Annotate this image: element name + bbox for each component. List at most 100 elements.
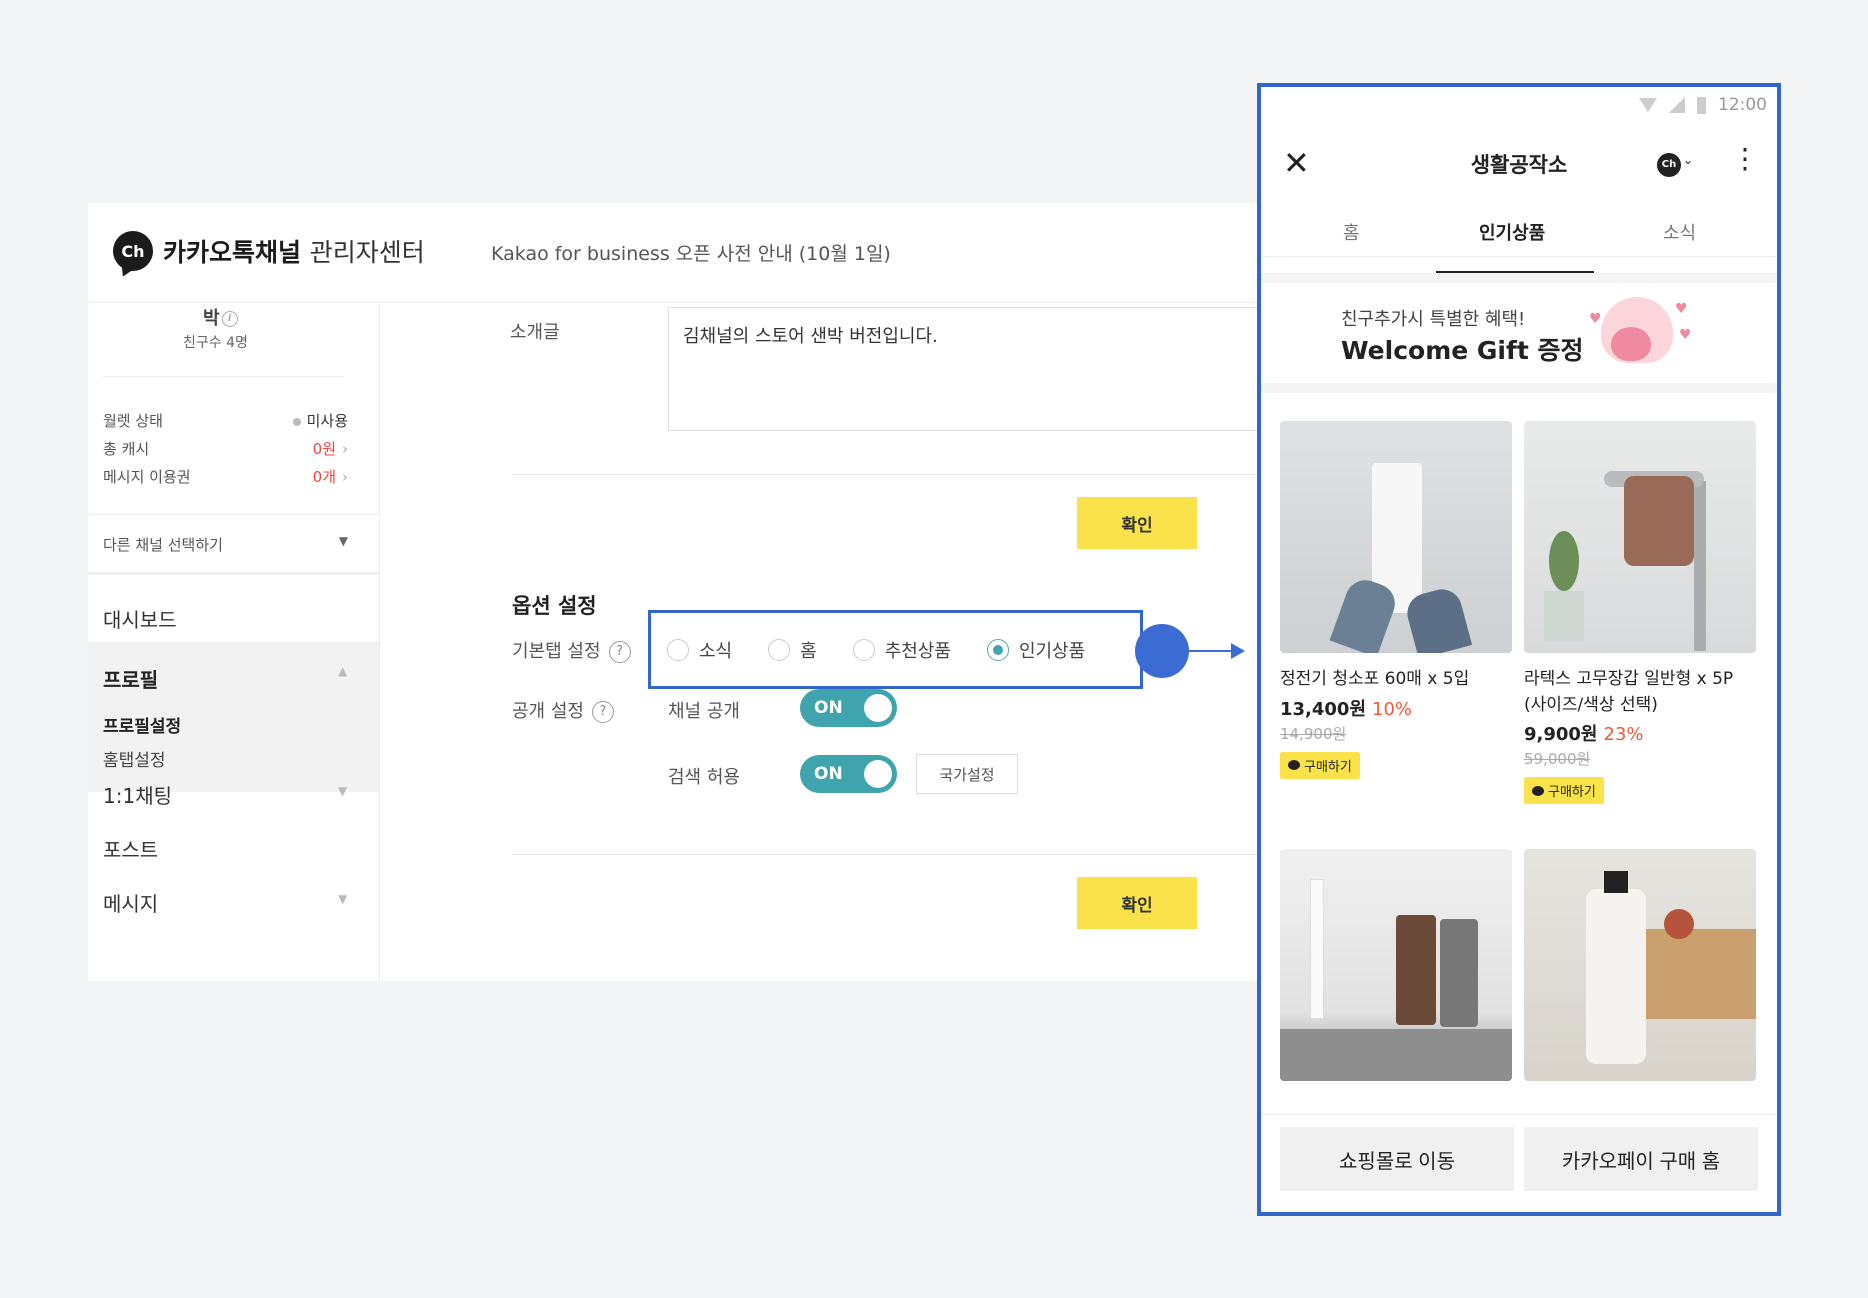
radio-recommended[interactable]: 추천상품 — [852, 637, 951, 663]
chat-bubble-icon — [1288, 760, 1300, 770]
tab-news[interactable]: 소식 — [1663, 219, 1696, 245]
product-name: 라텍스 고무장갑 일반형 x 5P (사이즈/색상 선택) — [1524, 669, 1734, 715]
caret-down-icon[interactable]: ▼ — [338, 892, 347, 906]
product-card[interactable]: 정전기 청소포 60매 x 5입 13,400원 10% 14,900원 구매하기 — [1280, 421, 1512, 779]
divider — [103, 376, 344, 377]
channel-select[interactable]: 다른 채널 선택하기 ▼ — [103, 534, 348, 555]
kakao-channel-logo-icon[interactable]: Ch — [113, 231, 153, 271]
heart-icon: ♥ — [1679, 327, 1692, 343]
product-name: 정전기 청소포 60매 x 5입 — [1280, 669, 1470, 689]
menu-chat[interactable]: 1:1채팅 — [103, 780, 172, 809]
radio-selected-icon — [986, 638, 1009, 661]
channel-select-label: 다른 채널 선택하기 — [103, 536, 223, 554]
radio-popular[interactable]: 인기상품 — [986, 637, 1085, 663]
search-allow-label: 검색 허용 — [668, 767, 740, 788]
caret-up-icon[interactable]: ▲ — [338, 664, 347, 678]
divider — [88, 514, 379, 515]
chevron-right-icon: › — [342, 468, 348, 486]
menu-profile-settings[interactable]: 프로필설정 — [103, 712, 181, 737]
phone-preview: 12:00 ✕ 생활공작소 Ch ⌄ ⋮ 홈 인기상품 소식 친구추가시 특별한… — [1257, 83, 1781, 1216]
main-content: 소개글 김채널의 스토어 샌박 버전입니다. 확인 옵션 설정 기본탭 설정? … — [380, 304, 1288, 981]
pointer-arrow-line — [1185, 650, 1235, 652]
brand-light: 관리자센터 — [309, 238, 425, 267]
welcome-banner[interactable]: 친구추가시 특별한 혜택! Welcome Gift 증정 ♥ ♥ ♥ — [1261, 283, 1777, 383]
confirm-button[interactable]: 확인 — [1077, 877, 1197, 929]
channel-public-label: 채널 공개 — [668, 701, 740, 722]
product-card[interactable] — [1524, 849, 1756, 1081]
ticket-value: 0개 › — [312, 468, 348, 486]
status-time: 12:00 — [1718, 95, 1767, 115]
radio-circle-icon — [852, 638, 875, 661]
banner-line1: 친구추가시 특별한 혜택! — [1341, 309, 1526, 330]
radio-news[interactable]: 소식 — [667, 637, 732, 663]
info-icon[interactable]: i — [221, 311, 238, 327]
channel-title: 생활공작소 — [1470, 153, 1568, 177]
menu-post[interactable]: 포스트 — [103, 834, 158, 863]
radio-home[interactable]: 홈 — [768, 637, 817, 663]
phone-tabs: 홈 인기상품 소식 — [1261, 207, 1777, 257]
ticket-label: 메시지 이용권 — [103, 468, 191, 486]
caret-down-icon[interactable]: ▼ — [338, 784, 347, 798]
apeach-character-icon — [1601, 297, 1673, 363]
menu-profile[interactable]: 프로필 — [103, 664, 158, 693]
notice-link[interactable]: Kakao for business 오픈 사전 안내 (10월 1일) — [491, 239, 891, 266]
buy-button[interactable]: 구매하기 — [1280, 751, 1360, 779]
heart-icon: ♥ — [1589, 311, 1602, 327]
cash-row[interactable]: 총 캐시 0원 › — [103, 438, 348, 459]
signal-icon — [1669, 97, 1685, 113]
tab-popular[interactable]: 인기상품 — [1479, 219, 1545, 245]
intro-label: 소개글 — [510, 322, 560, 343]
menu-home-tab-settings[interactable]: 홈탭설정 — [103, 746, 166, 771]
tab-home[interactable]: 홈 — [1343, 219, 1360, 245]
channel-icon[interactable]: Ch — [1657, 153, 1681, 177]
buy-button[interactable]: 구매하기 — [1524, 777, 1604, 804]
divider — [512, 474, 1258, 475]
country-settings-button[interactable]: 국가설정 — [916, 754, 1018, 794]
section-gap — [1261, 383, 1777, 393]
confirm-button[interactable]: 확인 — [1077, 497, 1197, 549]
radio-circle-icon — [667, 638, 689, 661]
product-card[interactable] — [1280, 849, 1512, 1081]
product-card[interactable]: 라텍스 고무장갑 일반형 x 5P (사이즈/색상 선택) 9,900원 23% … — [1524, 421, 1756, 804]
divider — [88, 572, 379, 575]
help-icon[interactable]: ? — [608, 641, 631, 663]
kakaopay-home-button[interactable]: 카카오페이 구매 홈 — [1524, 1127, 1758, 1191]
arrow-right-icon — [1231, 643, 1245, 659]
phone-footer: 쇼핑몰로 이동 카카오페이 구매 홈 — [1261, 1114, 1777, 1212]
admin-brand[interactable]: 카카오톡채널 관리자센터 — [163, 233, 425, 269]
chat-bubble-icon — [1532, 785, 1544, 796]
ticket-row[interactable]: 메시지 이용권 0개 › — [103, 466, 348, 487]
chevron-right-icon: › — [342, 440, 348, 458]
heart-icon: ♥ — [1675, 301, 1688, 317]
options-title: 옵션 설정 — [512, 594, 597, 618]
wallet-value: 미사용 — [292, 410, 348, 431]
toggle-knob — [864, 760, 892, 788]
product-image-rubber-gloves[interactable] — [1524, 421, 1756, 653]
discount-rate: 10% — [1372, 698, 1413, 720]
help-icon[interactable]: ? — [591, 701, 614, 723]
product-price: 9,900원 23% — [1524, 724, 1644, 745]
menu-dashboard[interactable]: 대시보드 — [103, 604, 177, 633]
original-price: 59,000원 — [1524, 750, 1591, 768]
status-bar: 12:00 — [1639, 95, 1767, 115]
intro-textarea[interactable]: 김채널의 스토어 샌박 버전입니다. — [668, 307, 1288, 431]
menu-message[interactable]: 메시지 — [103, 888, 158, 917]
toggle-knob — [864, 694, 892, 722]
admin-header: Ch 카카오톡채널 관리자센터 Kakao for business 오픈 사전… — [88, 203, 1258, 303]
default-tab-radio-group: 소식 홈 추천상품 인기상품 — [648, 610, 1143, 689]
chevron-down-icon[interactable]: ⌄ — [1683, 153, 1693, 167]
search-allow-toggle[interactable]: ON — [800, 755, 897, 793]
channel-public-toggle[interactable]: ON — [800, 689, 897, 727]
go-to-shop-button[interactable]: 쇼핑몰로 이동 — [1280, 1127, 1514, 1191]
wifi-icon — [1639, 98, 1657, 112]
channel-name: 박i — [203, 304, 238, 330]
sidebar: 박i 친구수 4명 월렛 상태 미사용 총 캐시 0원 › 메시지 이용권 0개 ›… — [88, 304, 380, 981]
product-image-detergent-bottle[interactable] — [1524, 849, 1756, 1081]
cash-label: 총 캐시 — [103, 440, 150, 458]
section-gap — [1261, 273, 1777, 283]
product-image-cleaning-wipes[interactable] — [1280, 421, 1512, 653]
original-price: 14,900원 — [1280, 724, 1347, 743]
cash-value: 0원 › — [312, 440, 348, 458]
product-image-dish-soap[interactable] — [1280, 849, 1512, 1081]
more-vertical-icon[interactable]: ⋮ — [1731, 145, 1759, 173]
